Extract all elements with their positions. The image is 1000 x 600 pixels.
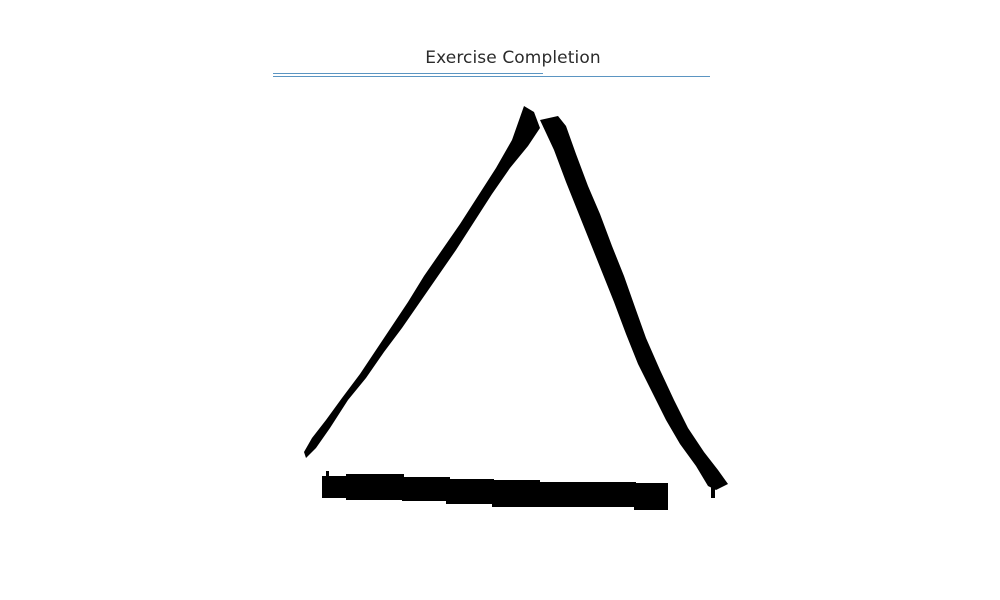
hand-drawn-triangle xyxy=(304,106,728,510)
triangle-left-stroke xyxy=(304,106,540,458)
triangle-right-stroke xyxy=(540,116,728,498)
triangle-bottom-stroke xyxy=(322,471,668,510)
